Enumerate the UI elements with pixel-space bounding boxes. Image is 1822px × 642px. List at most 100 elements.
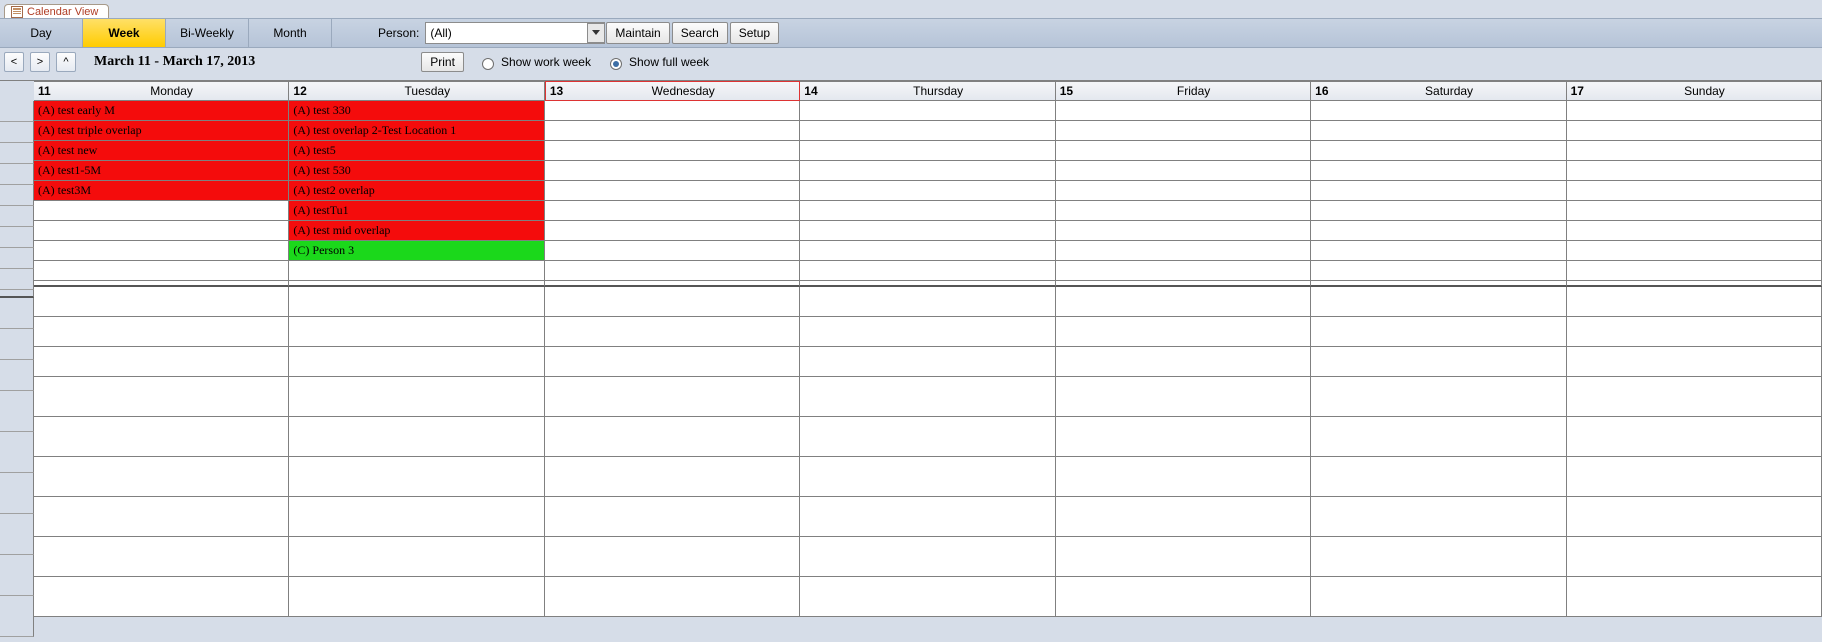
event-item[interactable]: (A) test 330	[289, 101, 544, 121]
calendar-cell[interactable]	[1056, 317, 1311, 347]
calendar-cell[interactable]	[1567, 287, 1822, 317]
calendar-cell[interactable]	[289, 417, 544, 457]
calendar-cell[interactable]	[1567, 161, 1822, 181]
calendar-cell[interactable]	[1311, 121, 1566, 141]
calendar-cell[interactable]	[1056, 101, 1311, 121]
event-item[interactable]: (A) test2 overlap	[289, 181, 544, 201]
work-week-radio[interactable]: Show work week	[477, 55, 591, 70]
search-button[interactable]: Search	[672, 22, 728, 44]
calendar-cell[interactable]	[1311, 537, 1566, 577]
calendar-cell[interactable]	[1567, 261, 1822, 281]
calendar-cell[interactable]	[1567, 347, 1822, 377]
calendar-cell[interactable]	[1056, 241, 1311, 261]
calendar-cell[interactable]	[289, 287, 544, 317]
calendar-cell[interactable]	[800, 121, 1055, 141]
day-header-tue[interactable]: 12Tuesday	[289, 81, 544, 101]
calendar-cell[interactable]	[1311, 101, 1566, 121]
calendar-cell[interactable]	[545, 161, 800, 181]
prev-button[interactable]: <	[4, 52, 24, 72]
calendar-cell[interactable]	[34, 377, 289, 417]
day-header-fri[interactable]: 15Friday	[1056, 81, 1311, 101]
calendar-cell[interactable]	[34, 241, 289, 261]
calendar-cell[interactable]	[800, 201, 1055, 221]
calendar-cell[interactable]	[1056, 221, 1311, 241]
calendar-cell[interactable]	[34, 417, 289, 457]
calendar-cell[interactable]	[1056, 161, 1311, 181]
event-item[interactable]: (A) test5	[289, 141, 544, 161]
calendar-cell[interactable]	[34, 221, 289, 241]
next-button[interactable]: >	[30, 52, 50, 72]
calendar-cell[interactable]	[800, 221, 1055, 241]
calendar-cell[interactable]	[1311, 241, 1566, 261]
view-month-button[interactable]: Month	[249, 19, 332, 47]
calendar-cell[interactable]	[1567, 101, 1822, 121]
calendar-cell[interactable]	[800, 497, 1055, 537]
calendar-cell[interactable]	[1056, 201, 1311, 221]
calendar-cell[interactable]	[1567, 317, 1822, 347]
maintain-button[interactable]: Maintain	[606, 22, 669, 44]
calendar-cell[interactable]	[800, 577, 1055, 617]
calendar-cell[interactable]	[800, 347, 1055, 377]
calendar-cell[interactable]	[545, 347, 800, 377]
calendar-cell[interactable]	[1567, 537, 1822, 577]
calendar-cell[interactable]	[1311, 497, 1566, 537]
calendar-cell[interactable]	[1567, 181, 1822, 201]
day-header-sun[interactable]: 17Sunday	[1567, 81, 1822, 101]
calendar-cell[interactable]	[1567, 201, 1822, 221]
event-item[interactable]: (A) test3M	[34, 181, 289, 201]
calendar-cell[interactable]	[1056, 347, 1311, 377]
view-week-button[interactable]: Week	[83, 19, 166, 47]
calendar-cell[interactable]	[800, 537, 1055, 577]
calendar-cell[interactable]	[1311, 287, 1566, 317]
calendar-cell[interactable]	[34, 201, 289, 221]
calendar-cell[interactable]	[1056, 497, 1311, 537]
calendar-cell[interactable]	[1567, 221, 1822, 241]
calendar-cell[interactable]	[1567, 457, 1822, 497]
calendar-cell[interactable]	[289, 577, 544, 617]
calendar-cell[interactable]	[1311, 141, 1566, 161]
calendar-cell[interactable]	[289, 347, 544, 377]
event-item[interactable]: (A) test overlap 2-Test Location 1	[289, 121, 544, 141]
calendar-cell[interactable]	[289, 261, 544, 281]
calendar-cell[interactable]	[1056, 181, 1311, 201]
calendar-cell[interactable]	[1311, 317, 1566, 347]
calendar-cell[interactable]	[800, 141, 1055, 161]
calendar-cell[interactable]	[34, 497, 289, 537]
calendar-cell[interactable]	[34, 577, 289, 617]
event-item[interactable]: (A) test mid overlap	[289, 221, 544, 241]
full-week-radio-input[interactable]	[610, 58, 622, 70]
calendar-cell[interactable]	[545, 417, 800, 457]
calendar-cell[interactable]	[34, 347, 289, 377]
calendar-cell[interactable]	[545, 287, 800, 317]
calendar-cell[interactable]	[800, 417, 1055, 457]
day-header-wed[interactable]: 13Wednesday	[545, 81, 800, 101]
full-week-radio[interactable]: Show full week	[605, 55, 709, 70]
event-item[interactable]: (A) testTu1	[289, 201, 544, 221]
calendar-cell[interactable]	[34, 317, 289, 347]
calendar-cell[interactable]	[800, 241, 1055, 261]
print-button[interactable]: Print	[421, 52, 464, 72]
event-item[interactable]: (A) test early M	[34, 101, 289, 121]
calendar-cell[interactable]	[1056, 141, 1311, 161]
calendar-cell[interactable]	[1311, 181, 1566, 201]
calendar-cell[interactable]	[1567, 577, 1822, 617]
calendar-cell[interactable]	[545, 241, 800, 261]
calendar-cell[interactable]	[1056, 457, 1311, 497]
calendar-cell[interactable]	[545, 577, 800, 617]
calendar-cell[interactable]	[545, 261, 800, 281]
calendar-cell[interactable]	[800, 287, 1055, 317]
view-day-button[interactable]: Day	[0, 19, 83, 47]
calendar-cell[interactable]	[1311, 577, 1566, 617]
calendar-cell[interactable]	[289, 377, 544, 417]
calendar-cell[interactable]	[545, 101, 800, 121]
calendar-cell[interactable]	[1567, 141, 1822, 161]
calendar-cell[interactable]	[1056, 577, 1311, 617]
calendar-cell[interactable]	[289, 537, 544, 577]
calendar-cell[interactable]	[289, 457, 544, 497]
calendar-cell[interactable]	[1311, 347, 1566, 377]
calendar-cell[interactable]	[1311, 201, 1566, 221]
calendar-cell[interactable]	[1056, 287, 1311, 317]
calendar-cell[interactable]	[800, 317, 1055, 347]
day-header-sat[interactable]: 16Saturday	[1311, 81, 1566, 101]
setup-button[interactable]: Setup	[730, 22, 779, 44]
